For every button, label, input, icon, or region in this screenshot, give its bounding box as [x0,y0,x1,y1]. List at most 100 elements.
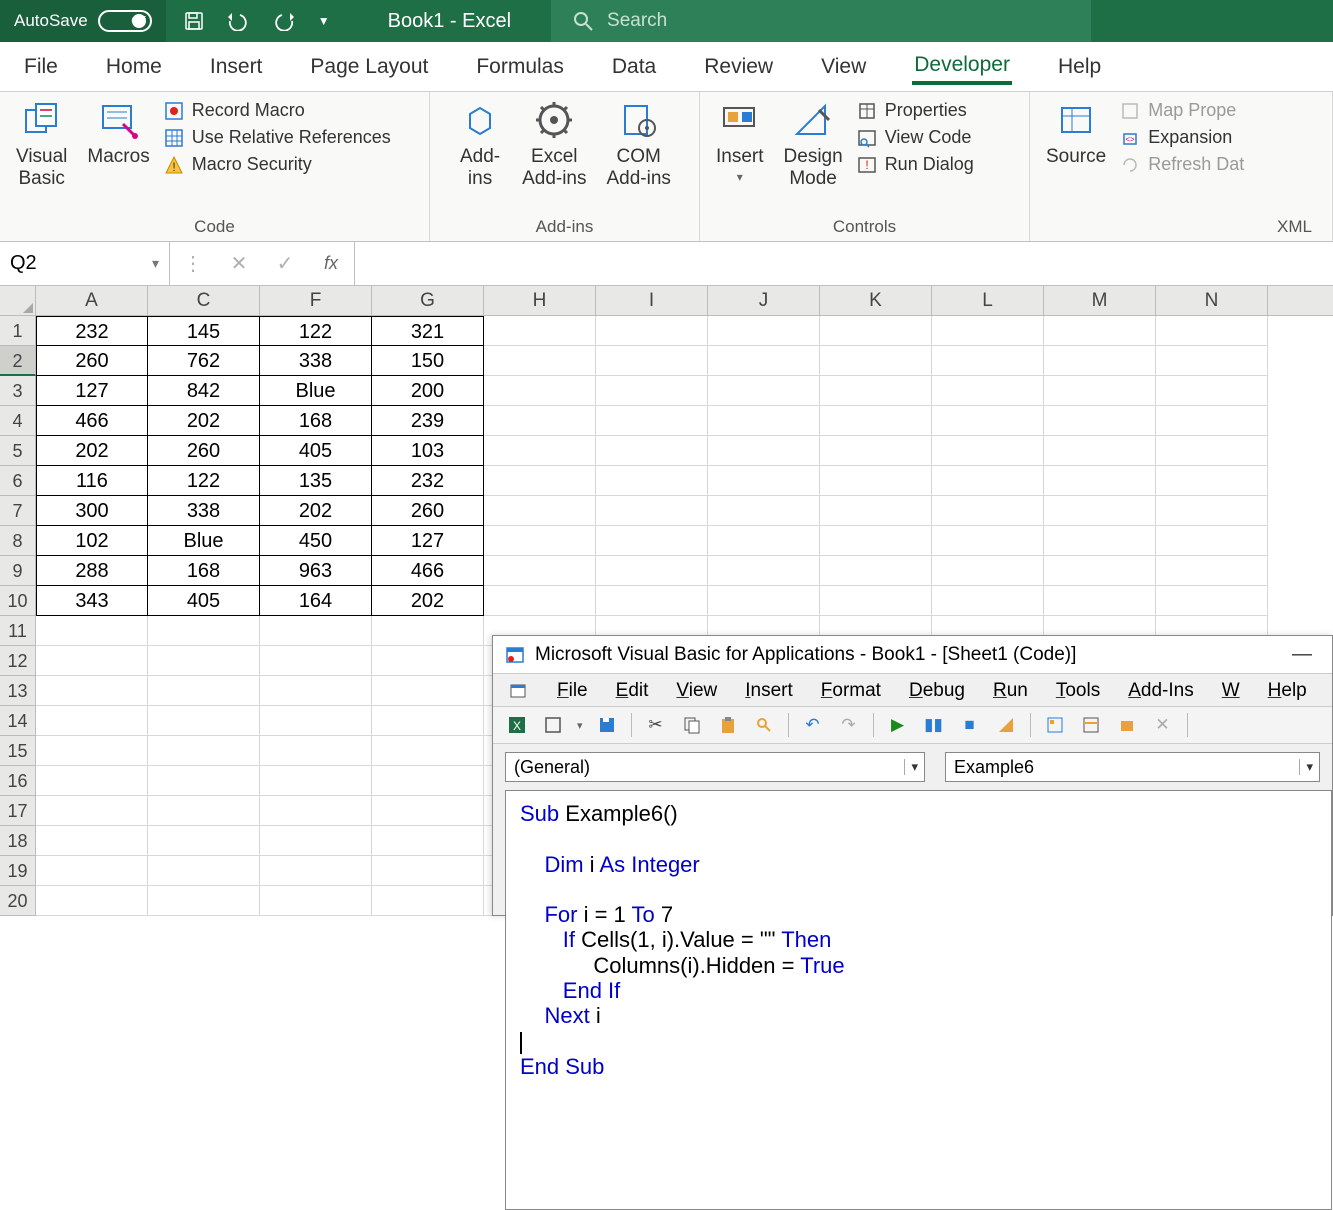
cell[interactable] [372,856,484,886]
insert-controls-button[interactable]: Insert ▾ [710,98,770,186]
cell[interactable]: 338 [260,346,372,376]
row-header[interactable]: 1 [0,316,36,346]
cell[interactable]: 150 [372,346,484,376]
run-dialog-button[interactable]: ! Run Dialog [857,154,974,175]
copy-icon[interactable] [680,713,704,737]
cell[interactable] [148,886,260,916]
cell[interactable] [708,436,820,466]
cell[interactable] [260,706,372,736]
visual-basic-button[interactable]: Visual Basic [10,98,73,192]
tab-formulas[interactable]: Formulas [474,51,566,83]
cell[interactable]: 321 [372,316,484,346]
properties-window-icon[interactable] [1079,713,1103,737]
cell[interactable] [820,346,932,376]
vba-menu-tools[interactable]: Tools [1056,680,1100,702]
cell[interactable] [932,586,1044,616]
cell[interactable] [36,886,148,916]
vba-code-pane[interactable]: Sub Example6() Dim i As Integer For i = … [505,790,1332,1210]
macros-button[interactable]: Macros [81,98,155,170]
tab-page-layout[interactable]: Page Layout [308,51,430,83]
cell[interactable] [708,556,820,586]
col-header-F[interactable]: F [260,286,372,315]
cell[interactable]: 202 [260,496,372,526]
cell[interactable]: 450 [260,526,372,556]
tab-home[interactable]: Home [104,51,164,83]
cell[interactable] [1156,316,1268,346]
tab-view[interactable]: View [819,51,868,83]
cell[interactable] [36,616,148,646]
cell[interactable]: 762 [148,346,260,376]
vba-menu-w[interactable]: W [1222,680,1240,702]
reset-icon[interactable]: ■ [958,713,982,737]
break-icon[interactable]: ▮▮ [922,713,946,737]
cell[interactable] [260,796,372,826]
cell[interactable]: 127 [372,526,484,556]
autosave-toggle[interactable]: Off [98,10,152,32]
cell[interactable]: 300 [36,496,148,526]
vba-title-bar[interactable]: Microsoft Visual Basic for Applications … [493,636,1332,674]
cell[interactable] [932,526,1044,556]
cell[interactable] [260,766,372,796]
row-header[interactable]: 15 [0,736,36,766]
vba-object-dropdown[interactable]: (General) [505,752,925,782]
vba-menu-help[interactable]: Help [1268,680,1307,702]
cell[interactable] [484,346,596,376]
col-header-I[interactable]: I [596,286,708,315]
toolbox-icon[interactable]: ✕ [1151,713,1175,737]
vba-procedure-dropdown[interactable]: Example6 [945,752,1320,782]
save-icon[interactable] [595,713,619,737]
cell[interactable]: 466 [372,556,484,586]
cell[interactable] [932,496,1044,526]
cell[interactable] [932,406,1044,436]
cell[interactable] [1044,526,1156,556]
cell[interactable] [36,706,148,736]
row-header[interactable]: 10 [0,586,36,616]
fx-icon[interactable]: fx [308,253,354,274]
cell[interactable] [148,826,260,856]
col-header-M[interactable]: M [1044,286,1156,315]
row-header[interactable]: 13 [0,676,36,706]
cell[interactable] [820,466,932,496]
cell[interactable] [820,406,932,436]
vba-menu-edit[interactable]: Edit [616,680,649,702]
cell[interactable] [1156,406,1268,436]
cell[interactable]: 202 [372,586,484,616]
cell[interactable]: 963 [260,556,372,586]
cell[interactable]: 200 [372,376,484,406]
cell[interactable] [820,556,932,586]
cell[interactable] [708,406,820,436]
excel-icon[interactable]: X [505,713,529,737]
cell[interactable] [372,676,484,706]
cell[interactable] [36,646,148,676]
cut-icon[interactable]: ✂ [644,713,668,737]
excel-addins-button[interactable]: Excel Add-ins [516,98,592,192]
cell[interactable] [1156,436,1268,466]
cell[interactable] [484,406,596,436]
col-header-C[interactable]: C [148,286,260,315]
cell[interactable] [148,646,260,676]
insert-module-icon[interactable] [541,713,565,737]
cell[interactable] [36,676,148,706]
col-header-H[interactable]: H [484,286,596,315]
cell[interactable]: Blue [148,526,260,556]
cell[interactable]: 202 [36,436,148,466]
cell[interactable] [484,526,596,556]
paste-icon[interactable] [716,713,740,737]
cell[interactable] [820,586,932,616]
cell[interactable] [596,466,708,496]
cell[interactable] [932,466,1044,496]
cell[interactable] [484,496,596,526]
col-header-G[interactable]: G [372,286,484,315]
cell[interactable] [1044,406,1156,436]
run-icon[interactable]: ▶ [886,713,910,737]
cell[interactable] [596,496,708,526]
cell[interactable]: Blue [260,376,372,406]
cell[interactable] [820,376,932,406]
row-header[interactable]: 4 [0,406,36,436]
row-header[interactable]: 20 [0,886,36,916]
vba-menu-file[interactable]: File [557,680,588,702]
cell[interactable]: 232 [36,316,148,346]
cell[interactable] [820,526,932,556]
cell[interactable] [372,736,484,766]
cell[interactable]: 260 [36,346,148,376]
